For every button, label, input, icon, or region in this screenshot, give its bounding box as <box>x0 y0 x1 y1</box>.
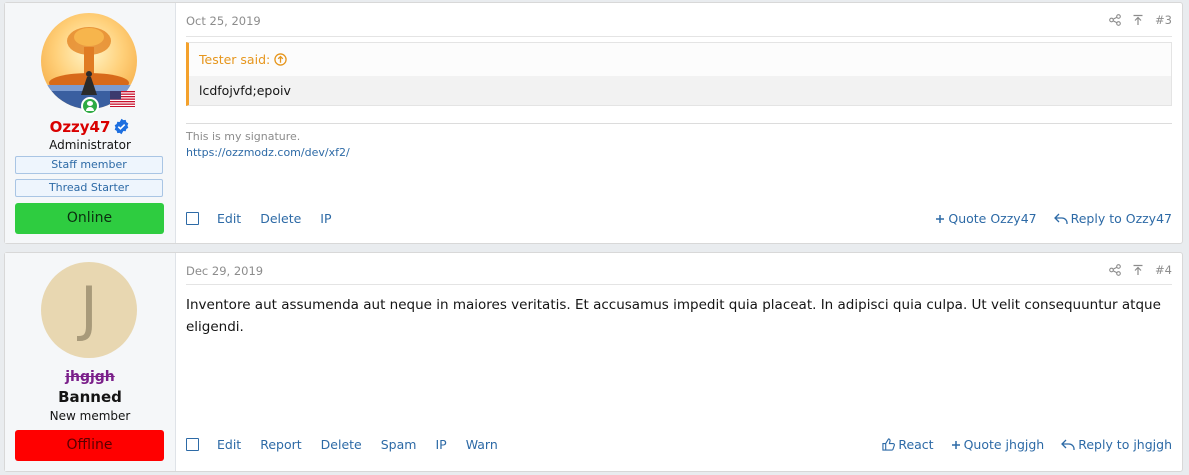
ip-link[interactable]: IP <box>435 437 446 452</box>
quote-author[interactable]: Tester said: <box>199 52 270 67</box>
staff-member-badge: Staff member <box>15 156 163 174</box>
reply-icon <box>1061 439 1075 450</box>
avatar-letter: J <box>80 274 98 344</box>
username[interactable]: Ozzy47 <box>5 118 175 136</box>
edit-link[interactable]: Edit <box>217 437 241 452</box>
signature-link[interactable]: https://ozzmodz.com/dev/xf2/ <box>186 146 350 159</box>
thread-starter-badge: Thread Starter <box>15 179 163 197</box>
select-post-checkbox[interactable] <box>186 212 199 225</box>
reply-label: Reply to jhgjgh <box>1078 437 1172 452</box>
avatar[interactable]: J <box>41 262 137 358</box>
signature-text: This is my signature. <box>186 130 301 143</box>
plus-icon <box>936 214 945 223</box>
select-post-checkbox[interactable] <box>186 438 199 451</box>
post-actions: Edit Report Delete Spam IP Warn React Qu… <box>186 437 1172 452</box>
delete-link[interactable]: Delete <box>321 437 362 452</box>
share-icon[interactable] <box>1109 264 1121 276</box>
share-icon[interactable] <box>1109 14 1121 26</box>
post-number[interactable]: #3 <box>1155 13 1172 27</box>
username[interactable]: jhgjgh <box>5 369 175 385</box>
arrow-up-to-top-icon[interactable] <box>1132 264 1144 276</box>
reply-label: Reply to Ozzy47 <box>1070 211 1172 226</box>
post-body: Inventore aut assumenda aut neque in mai… <box>186 297 1161 335</box>
quote-up-icon[interactable] <box>274 53 287 66</box>
plus-icon <box>951 440 960 449</box>
post-meta: #4 <box>1109 263 1172 277</box>
user-title: New member <box>49 409 131 423</box>
header-divider <box>186 284 1172 285</box>
reply-icon <box>1053 213 1068 224</box>
banned-banner: Banned <box>58 388 122 406</box>
online-status-banner: Online <box>15 203 164 234</box>
post-number[interactable]: #4 <box>1155 263 1172 277</box>
post-actions: Edit Delete IP Quote Ozzy47 Reply to Ozz… <box>186 211 1172 226</box>
edit-link[interactable]: Edit <box>217 211 241 226</box>
react-button[interactable]: React <box>882 437 934 452</box>
quote-block: Tester said: lcdfojvfd;epoiv <box>186 42 1172 106</box>
offline-status-banner: Offline <box>15 430 164 461</box>
user-title: Administrator <box>49 138 131 152</box>
spam-link[interactable]: Spam <box>381 437 417 452</box>
ip-link[interactable]: IP <box>320 211 331 226</box>
verified-badge-icon <box>115 118 129 135</box>
post-date[interactable]: Dec 29, 2019 <box>186 264 263 278</box>
thumbs-up-icon <box>882 438 896 451</box>
post-content: Dec 29, 2019 #4 Inventore aut assumenda … <box>175 253 1182 471</box>
post-meta: #3 <box>1109 13 1172 27</box>
signature-divider <box>186 123 1172 124</box>
online-indicator-icon <box>81 97 99 115</box>
quote-button[interactable]: Quote jhgjgh <box>951 437 1045 452</box>
arrow-up-to-top-icon[interactable] <box>1132 14 1144 26</box>
us-flag-icon <box>110 91 135 107</box>
quote-button[interactable]: Quote Ozzy47 <box>935 211 1037 226</box>
user-sidebar: Ozzy47 Administrator Staff member Thread… <box>5 3 176 243</box>
react-label: React <box>898 437 934 452</box>
reply-button[interactable]: Reply to jhgjgh <box>1061 437 1172 452</box>
user-sidebar: J jhgjgh Banned New member Offline <box>5 253 176 471</box>
quote-header[interactable]: Tester said: <box>189 43 1171 76</box>
quote-label: Quote jhgjgh <box>963 437 1045 452</box>
post-content: Oct 25, 2019 #3 Tester said: lcdfojvfd;e… <box>175 3 1182 243</box>
post-3: Ozzy47 Administrator Staff member Thread… <box>4 2 1183 244</box>
reply-button[interactable]: Reply to Ozzy47 <box>1053 211 1172 226</box>
quote-text: lcdfojvfd;epoiv <box>189 76 1171 105</box>
post-4: J jhgjgh Banned New member Offline Dec 2… <box>4 252 1183 472</box>
post-date[interactable]: Oct 25, 2019 <box>186 14 261 28</box>
report-link[interactable]: Report <box>260 437 301 452</box>
quote-label: Quote Ozzy47 <box>948 211 1037 226</box>
username-link[interactable]: Ozzy47 <box>50 118 111 136</box>
header-divider <box>186 36 1172 37</box>
delete-link[interactable]: Delete <box>260 211 301 226</box>
warn-link[interactable]: Warn <box>466 437 498 452</box>
